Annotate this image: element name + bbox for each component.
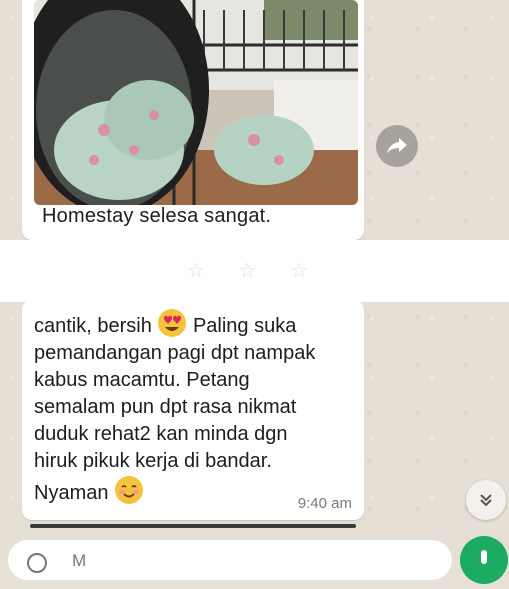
chevron-double-down-icon xyxy=(480,494,492,507)
message-timestamp: 9:40 am xyxy=(297,495,352,512)
message-line1-part2: Paling suka xyxy=(187,315,297,337)
emoji-picker-icon[interactable] xyxy=(26,552,48,574)
message-body: pemandangan pagi dpt nampak kabus macamt… xyxy=(34,342,316,472)
photo-message-bubble[interactable]: Homestay selesa sangat. xyxy=(22,0,364,240)
next-message-edge xyxy=(30,524,356,528)
message-input-bar[interactable] xyxy=(8,540,452,580)
homestay-photo[interactable] xyxy=(34,0,358,205)
photo-caption: Homestay selesa sangat. xyxy=(42,205,272,227)
text-message-bubble[interactable]: cantik, bersih Paling suka pemandangan p… xyxy=(22,300,364,520)
message-text: cantik, bersih Paling suka pemandangan p… xyxy=(34,308,359,507)
message-line1-part1: cantik, bersih xyxy=(34,315,158,337)
decorative-stars: ☆ ☆ ☆ xyxy=(187,260,322,282)
scroll-to-bottom-button[interactable] xyxy=(466,480,506,520)
forward-button[interactable] xyxy=(376,125,418,167)
message-input[interactable] xyxy=(70,548,334,574)
hanging-egg-chair-image xyxy=(34,0,358,205)
heart-eyes-emoji xyxy=(158,309,187,337)
smiling-blush-emoji xyxy=(115,476,144,504)
forward-arrow-icon xyxy=(387,138,407,154)
voice-message-button[interactable] xyxy=(460,536,508,584)
microphone-icon xyxy=(481,550,487,564)
message-closing: Nyaman xyxy=(34,482,115,504)
